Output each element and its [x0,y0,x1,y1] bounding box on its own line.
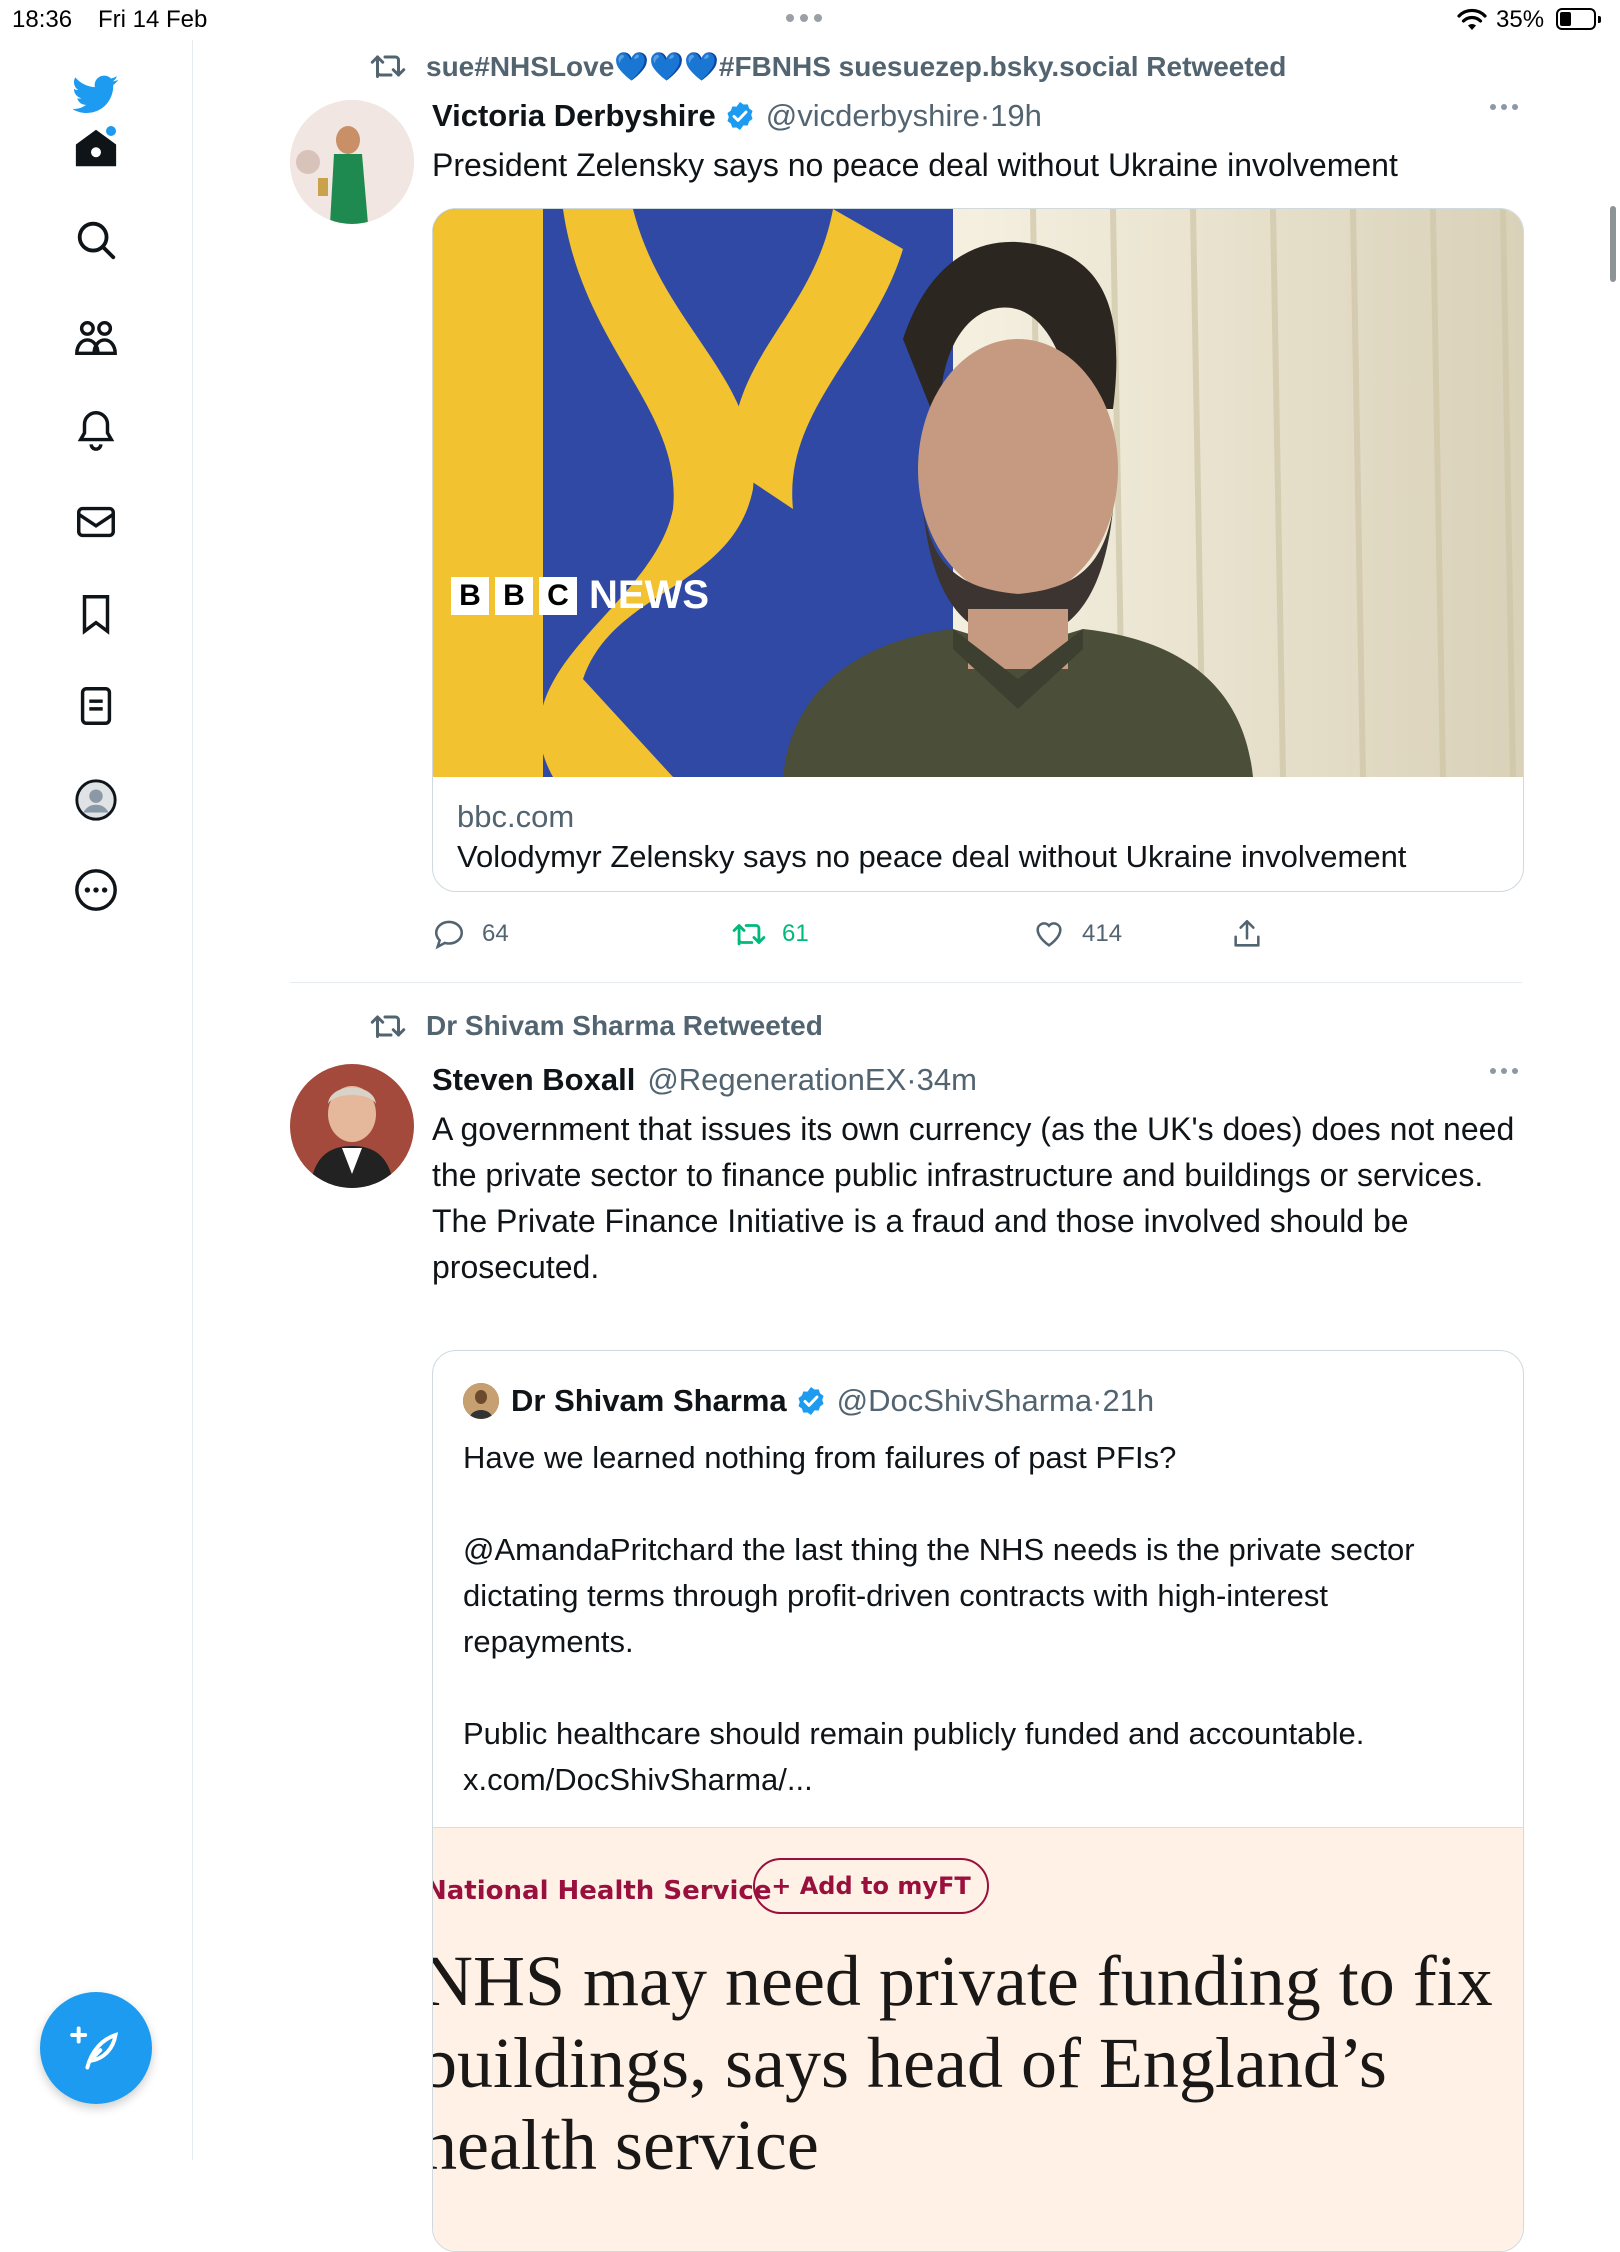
retweet-icon [370,1015,406,1038]
multitasking-dots-icon[interactable] [786,14,822,22]
like-button[interactable]: 414 [1032,914,1122,954]
tweet-body: Victoria Derbyshire @vicderbyshire · 19h… [432,96,1522,188]
more-options-icon[interactable] [1490,1068,1518,1074]
battery-icon [1556,8,1601,30]
author-handle[interactable]: @RegenerationEX [647,1062,906,1098]
profile-icon [75,779,117,821]
compose-feather-icon [70,2026,118,2070]
share-button[interactable] [1230,914,1280,954]
tweet-divider [290,982,1522,983]
like-count: 414 [1082,920,1123,947]
verified-badge-icon [727,102,753,130]
link-card[interactable]: B B C NEWS bbc.com Volodymyr Zelensky sa… [432,208,1524,892]
verified-badge-icon [798,1387,824,1415]
card-title: Volodymyr Zelensky says no peace deal wi… [457,839,1407,874]
more-circle-icon [75,869,117,911]
bbc-news-logo: B B C NEWS [451,573,709,618]
wifi-icon [1457,8,1487,30]
more-options-icon[interactable] [1490,104,1518,110]
separator: · [1092,1383,1103,1418]
author-name[interactable]: Victoria Derbyshire [432,98,716,134]
ft-article-image: National Health Service + Add to myFT NH… [433,1827,1523,2251]
quote-time: 21h [1102,1383,1155,1418]
scrollbar[interactable] [1610,206,1616,282]
tweet-header: Victoria Derbyshire @vicderbyshire · 19h [432,96,1522,136]
quote-paragraph: @AmandaPritchard the last thing the NHS … [463,1532,1415,1659]
bookmark-icon [82,595,110,635]
retweeted-by: Dr Shivam Sharma Retweeted [370,1008,823,1044]
tweet-time[interactable]: 19h [990,98,1042,134]
heart-icon [1036,922,1062,947]
quote-text: Have we learned nothing from failures of… [463,1435,1503,1803]
retweet-icon [732,924,766,946]
retweeted-by-text: Dr Shivam Sharma Retweeted [426,1010,823,1041]
retweet-count: 61 [782,920,809,947]
author-handle[interactable]: @vicderbyshire [766,98,980,134]
quote-author-handle[interactable]: @DocShivSharma [837,1383,1092,1419]
nav-home[interactable] [66,118,126,178]
separator: · [906,1062,917,1097]
status-date: Fri 14 Feb [98,6,208,33]
envelope-icon [77,506,115,538]
card-domain: bbc.com [457,799,575,834]
avatar[interactable] [290,1064,414,1188]
quote-paragraph: Have we learned nothing from failures of… [463,1440,1177,1475]
nav-communities[interactable] [66,308,126,368]
communities-icon [75,320,117,356]
twitter-logo-icon[interactable] [66,64,126,124]
retweet-icon [370,55,406,78]
reply-icon [434,920,464,950]
quote-header: Dr Shivam Sharma @DocShivSharma · 21h [463,1381,1154,1421]
reply-button[interactable]: 64 [432,914,509,954]
separator: · [979,98,991,133]
tweet-body: Steven Boxall @RegenerationEX · 34m A go… [432,1060,1522,1290]
share-icon [1234,919,1260,947]
tweet-text: A government that issues its own currenc… [432,1111,1515,1285]
battery-percentage: 35% [1496,6,1545,33]
author-name[interactable]: Steven Boxall [432,1062,635,1098]
bell-icon [77,411,115,451]
quoted-tweet[interactable]: Dr Shivam Sharma @DocShivSharma · 21h Ha… [432,1350,1524,2252]
tweet-header: Steven Boxall @RegenerationEX · 34m [432,1060,1522,1100]
ft-headline: NHS may need private funding to fix buil… [433,1941,1493,2185]
quote-paragraph: Public healthcare should remain publicly… [463,1716,1365,1751]
nav-more[interactable] [66,860,126,920]
retweeted-by: sue#NHSLove💙💙💙#FBNHS suesuezep.bsky.soci… [370,48,1286,84]
card-image: B B C NEWS [433,209,1523,777]
nav-bookmarks[interactable] [66,584,126,644]
ft-add-to-myft-button: + Add to myFT [753,1858,989,1914]
ft-section-label: National Health Service [433,1876,772,1906]
status-time: 18:36 [12,6,73,33]
tweet-text: President Zelensky says no peace deal wi… [432,147,1398,183]
search-icon [77,221,116,260]
quote-link[interactable]: x.com/DocShivSharma/... [463,1757,1503,1803]
compose-tweet-button[interactable] [40,1992,152,2104]
status-bar: 18:36 Fri 14 Feb 35% [0,0,1620,40]
nav-lists[interactable] [66,676,126,736]
nav-messages[interactable] [66,492,126,552]
quote-avatar[interactable] [463,1383,499,1419]
reply-count: 64 [482,920,509,947]
nav-search[interactable] [66,210,126,270]
sidebar [0,40,193,2160]
nav-profile[interactable] [66,770,126,830]
lists-icon [80,687,112,725]
nav-notifications[interactable] [66,400,126,460]
home-notification-dot [106,126,116,136]
retweet-button[interactable]: 61 [732,914,809,954]
tweet-time[interactable]: 34m [917,1062,977,1098]
quote-author-name[interactable]: Dr Shivam Sharma [511,1383,787,1419]
timeline[interactable]: sue#NHSLove💙💙💙#FBNHS suesuezep.bsky.soci… [192,40,1620,2252]
avatar[interactable] [290,100,414,224]
retweeted-by-text: sue#NHSLove💙💙💙#FBNHS suesuezep.bsky.soci… [426,50,1287,82]
